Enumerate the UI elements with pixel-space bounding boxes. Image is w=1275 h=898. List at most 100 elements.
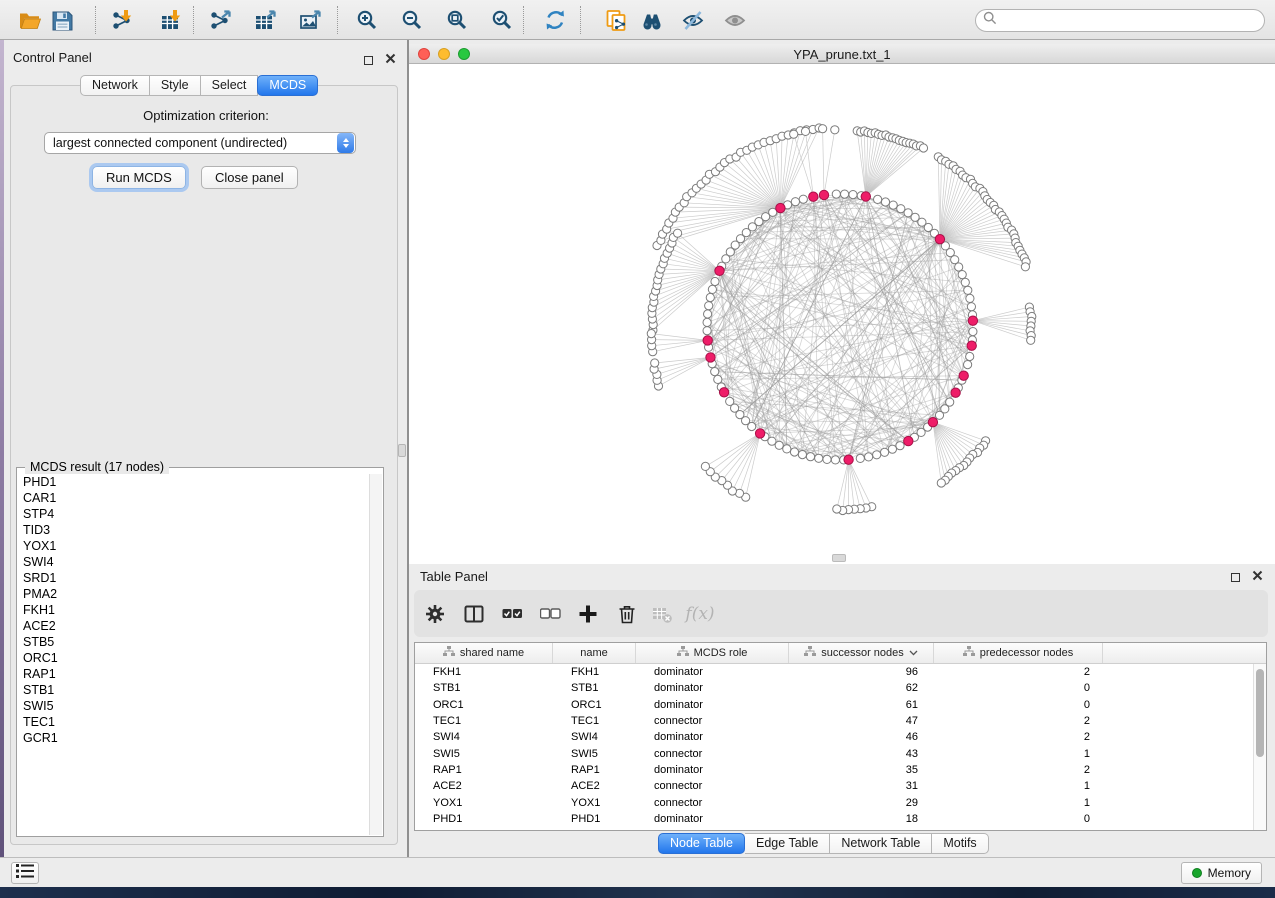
export-table-icon: [256, 11, 275, 29]
mcds-result-scrollbar[interactable]: [369, 474, 382, 835]
table-row[interactable]: SWI4SWI4dominator462: [415, 729, 1266, 745]
tab-network-table[interactable]: Network Table: [830, 833, 932, 854]
desktop-background-bottom: [0, 887, 1275, 898]
tab-edge-table[interactable]: Edge Table: [745, 833, 830, 854]
table-row[interactable]: ORC1ORC1dominator610: [415, 697, 1266, 713]
mcds-result-item[interactable]: STP4: [23, 506, 369, 522]
mcds-result-item[interactable]: FKH1: [23, 602, 369, 618]
export-network-button[interactable]: [203, 3, 237, 37]
table-cell: 0: [934, 699, 1103, 711]
zoom-out-button[interactable]: [395, 3, 429, 37]
close-panel-button[interactable]: [385, 51, 396, 69]
export-image-icon: [301, 11, 320, 28]
first-neighbors-button[interactable]: [635, 3, 669, 37]
table-scrollbar-thumb[interactable]: [1256, 669, 1264, 757]
save-session-button[interactable]: [44, 3, 78, 37]
apply-layout-button[interactable]: [538, 3, 572, 37]
table-row[interactable]: SWI5SWI5connector431: [415, 745, 1266, 761]
mcds-result-item[interactable]: SRD1: [23, 570, 369, 586]
table-row[interactable]: FKH1FKH1dominator962: [415, 664, 1266, 680]
table-cell: PHD1: [553, 813, 636, 825]
table-cell: dominator: [636, 666, 789, 678]
tab-node-table[interactable]: Node Table: [658, 833, 745, 854]
table-toolbar: f(x): [414, 590, 1268, 637]
table-row[interactable]: YOX1YOX1connector291: [415, 794, 1266, 810]
search-box[interactable]: [975, 9, 1265, 32]
float-panel-button[interactable]: [364, 56, 373, 65]
table-row[interactable]: ACE2ACE2connector311: [415, 778, 1266, 794]
table-mode-gear-button[interactable]: [420, 599, 450, 629]
export-image-button[interactable]: [293, 3, 327, 37]
mcds-result-item[interactable]: TID3: [23, 522, 369, 538]
mcds-result-item[interactable]: PHD1: [23, 474, 369, 490]
run-mcds-button[interactable]: Run MCDS: [92, 166, 186, 189]
delete-table-button: [647, 599, 677, 629]
mcds-result-item[interactable]: YOX1: [23, 538, 369, 554]
table-cell: ORC1: [553, 699, 636, 711]
import-network-from-file-button[interactable]: [105, 3, 139, 37]
vertical-splitter-grip[interactable]: [398, 444, 406, 457]
table-row[interactable]: PHD1PHD1dominator180: [415, 811, 1266, 827]
column-header-predecessor-nodes[interactable]: predecessor nodes: [934, 643, 1103, 663]
mcds-result-item[interactable]: TEC1: [23, 714, 369, 730]
zoom-fit-content-button[interactable]: [440, 3, 474, 37]
node-table-header[interactable]: shared namenameMCDS rolesuccessor nodesp…: [415, 643, 1266, 664]
hide-selected-button[interactable]: [676, 3, 710, 37]
mcds-result-item[interactable]: PMA2: [23, 586, 369, 602]
column-header-name[interactable]: name: [553, 643, 636, 663]
task-history-button[interactable]: [11, 862, 39, 884]
export-table-button[interactable]: [248, 3, 282, 37]
table-cell: 0: [934, 682, 1103, 694]
mcds-result-item[interactable]: ACE2: [23, 618, 369, 634]
column-header-MCDS-role[interactable]: MCDS role: [636, 643, 789, 663]
open-file-icon: [20, 13, 41, 28]
function-builder-button: f(x): [685, 599, 715, 629]
deselect-all-button[interactable]: [535, 599, 565, 629]
memory-button[interactable]: Memory: [1181, 862, 1262, 884]
table-row[interactable]: STB1STB1dominator620: [415, 680, 1266, 696]
open-file-button[interactable]: [12, 3, 46, 37]
control-panel-titlebar: Control Panel: [4, 48, 408, 70]
tab-mcds[interactable]: MCDS: [257, 75, 318, 96]
clone-network-button[interactable]: [599, 3, 633, 37]
select-all-button[interactable]: [497, 599, 527, 629]
mcds-result-item[interactable]: CAR1: [23, 490, 369, 506]
optimization-criterion-select[interactable]: largest connected component (undirected): [44, 132, 356, 154]
delete-columns-button[interactable]: [612, 599, 642, 629]
toolbar-separator: [523, 6, 524, 34]
mcds-result-item[interactable]: RAP1: [23, 666, 369, 682]
mcds-result-item[interactable]: GCR1: [23, 730, 369, 746]
table-row[interactable]: TEC1TEC1connector472: [415, 713, 1266, 729]
float-table-panel-button[interactable]: [1231, 573, 1240, 582]
table-cell: 2: [934, 666, 1103, 678]
column-header-successor-nodes[interactable]: successor nodes: [789, 643, 934, 663]
show-all-button[interactable]: [718, 3, 752, 37]
column-header-shared-name[interactable]: shared name: [415, 643, 553, 663]
zoom-selected-region-button[interactable]: [485, 3, 519, 37]
table-cell: STB1: [553, 682, 636, 694]
table-scrollbar[interactable]: [1253, 664, 1266, 830]
mcds-result-list[interactable]: PHD1CAR1STP4TID3YOX1SWI4SRD1PMA2FKH1ACE2…: [18, 474, 369, 835]
network-canvas[interactable]: [409, 64, 1275, 564]
mcds-result-item[interactable]: STB5: [23, 634, 369, 650]
search-input[interactable]: [997, 14, 1264, 28]
close-table-panel-button[interactable]: [1252, 568, 1263, 586]
zoom-in-button[interactable]: [350, 3, 384, 37]
tab-network[interactable]: Network: [80, 75, 150, 96]
mcds-result-item[interactable]: SWI4: [23, 554, 369, 570]
table-row[interactable]: RAP1RAP1dominator352: [415, 762, 1266, 778]
tab-select[interactable]: Select: [201, 75, 259, 96]
table-panel-tabs: Node TableEdge TableNetwork TableMotifs: [659, 833, 989, 854]
horizontal-splitter-grip[interactable]: [832, 554, 846, 562]
network-view-titlebar[interactable]: YPA_prune.txt_1: [409, 44, 1275, 64]
network-graph[interactable]: [409, 64, 1275, 564]
create-column-button[interactable]: [573, 599, 603, 629]
tab-style[interactable]: Style: [150, 75, 201, 96]
tab-motifs[interactable]: Motifs: [932, 833, 988, 854]
mcds-result-item[interactable]: STB1: [23, 682, 369, 698]
import-table-from-file-button[interactable]: [154, 3, 188, 37]
close-panel-action-button[interactable]: Close panel: [201, 166, 298, 189]
show-columns-button[interactable]: [459, 599, 489, 629]
mcds-result-item[interactable]: ORC1: [23, 650, 369, 666]
mcds-result-item[interactable]: SWI5: [23, 698, 369, 714]
